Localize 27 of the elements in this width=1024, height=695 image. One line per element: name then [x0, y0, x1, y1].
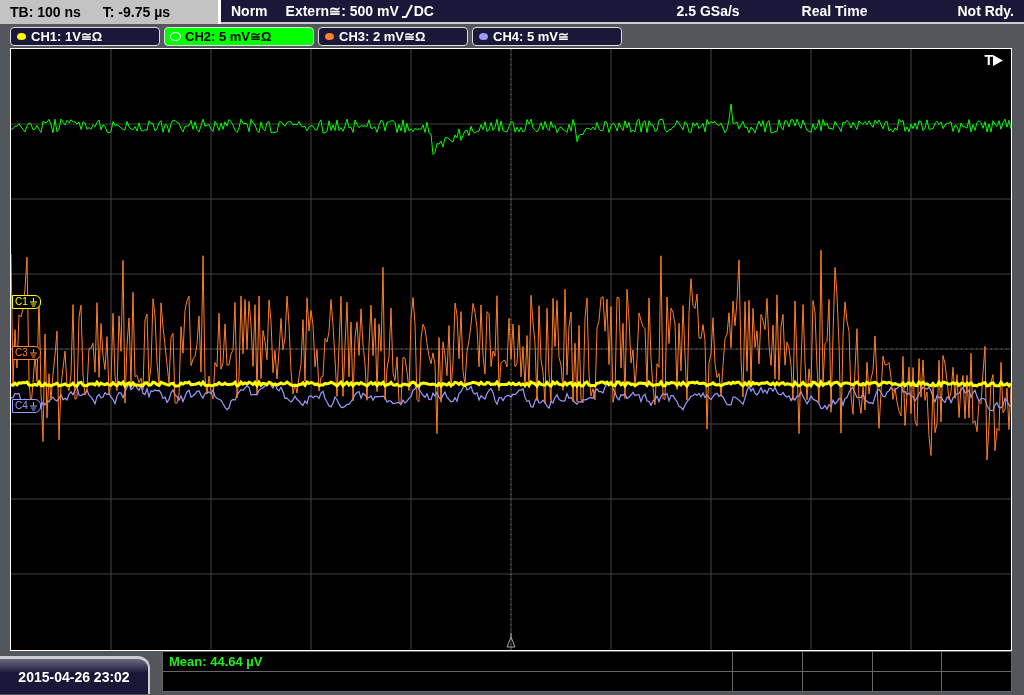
timebase-panel[interactable]: TB: 100 ns T: -9.75 µs [0, 0, 221, 24]
trigger-position-icon [506, 632, 516, 648]
channel-marker[interactable]: C1 [12, 295, 41, 309]
timebase-label: TB: 100 ns [10, 4, 81, 20]
ground-icon [29, 401, 37, 411]
trigger-label: T [984, 52, 993, 68]
play-triangle-icon [993, 54, 1003, 66]
trigger-source-label: Extern≅: 500 mV [285, 3, 399, 19]
ground-icon [29, 297, 37, 307]
channel-marker-label: C3 [15, 348, 28, 358]
channel-tab[interactable]: CH1: 1V≅Ω [10, 26, 160, 46]
ground-icon [29, 348, 37, 358]
channel-tab[interactable]: CH3: 2 mV≅Ω [318, 26, 468, 46]
coupling-label: DC [413, 3, 434, 19]
acquisition-mode-label: Real Time [801, 3, 868, 19]
channel-tab[interactable]: CH2: 5 mV≅Ω [164, 26, 314, 46]
trigger-time-label: T: -9.75 µs [102, 4, 171, 20]
sample-rate-label: 2.5 GSa/s [676, 3, 740, 19]
channel-marker-label: C1 [15, 297, 28, 307]
measurement-cell: Mean: 44.64 µV [162, 651, 733, 672]
channel-marker[interactable]: C4 [12, 399, 41, 413]
trigger-mode-label: Norm [231, 3, 268, 19]
acquisition-status-label: Not Rdy. [957, 3, 1014, 19]
channel-marker[interactable]: C3 [12, 346, 41, 360]
rising-edge-icon [401, 4, 414, 18]
channel-marker-label: C4 [15, 401, 28, 411]
channel-tab[interactable]: CH4: 5 mV≅ [472, 26, 622, 46]
